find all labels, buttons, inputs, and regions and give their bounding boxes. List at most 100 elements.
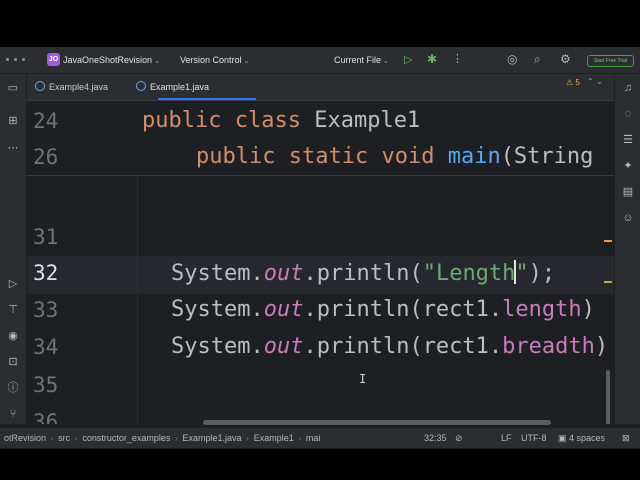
line-number: 35 — [33, 373, 59, 397]
chevron-right-icon: › — [172, 434, 180, 443]
project-folder-icon[interactable]: ▭ — [5, 80, 21, 96]
ai-chat-icon[interactable]: ◌ — [620, 106, 636, 122]
vertical-scrollbar[interactable] — [606, 370, 610, 424]
method-params: (String — [500, 144, 594, 169]
java-class-icon — [136, 81, 146, 91]
ide-window: JO JavaOneShotRevision ⌄ Version Control ⌄… — [0, 47, 640, 449]
string-literal: "Length — [422, 261, 516, 286]
keyword: public — [196, 144, 276, 169]
vcs-menu[interactable]: Version Control ⌄ — [180, 47, 249, 73]
method-call: .println(rect1. — [303, 334, 503, 359]
inspection-widget[interactable]: ⚠ 5 — [566, 78, 580, 87]
run-tool-icon[interactable]: ▷ — [5, 276, 21, 292]
file-encoding[interactable]: UTF-8 — [521, 428, 547, 448]
breadcrumb-item[interactable]: constructor_examples — [82, 433, 170, 443]
sticky-lines-panel: 24 public class Example1 26 public stati… — [27, 101, 614, 176]
project-selector[interactable]: JavaOneShotRevision ⌄ — [63, 47, 160, 73]
search-icon[interactable]: ⌕ — [534, 52, 541, 67]
vcs-label: Version Control — [180, 55, 242, 65]
run-icon[interactable]: ▷ — [404, 53, 412, 66]
breadcrumb-item[interactable]: otRevision — [4, 433, 46, 443]
tab-label: Example4.java — [49, 82, 109, 92]
indent-setting[interactable]: ▣ 4 spaces — [558, 428, 605, 448]
maven-icon[interactable]: ▤ — [620, 184, 636, 200]
mouse-ibeam-cursor: I — [359, 372, 367, 386]
sticky-line-class[interactable]: public class Example1 — [142, 108, 420, 133]
class-name: Example1 — [314, 108, 421, 133]
problems-icon[interactable]: ⓘ — [5, 380, 21, 396]
java-class-icon — [35, 81, 45, 91]
notifications-bell-icon[interactable]: ♫ — [620, 80, 636, 96]
line-number: 33 — [33, 298, 59, 322]
debug-icon[interactable]: ✱ — [427, 52, 437, 66]
chevron-down-icon[interactable]: ⌄ — [596, 77, 603, 86]
error-stripe-mark[interactable] — [604, 240, 612, 242]
active-tab-indicator — [158, 98, 256, 100]
more-tools-icon[interactable]: ⋯ — [5, 140, 21, 156]
services-icon[interactable]: ◉ — [5, 328, 21, 344]
ai-assistant-icon[interactable]: ◎ — [507, 52, 517, 66]
indent-label: 4 spaces — [569, 433, 606, 443]
build-hammer-icon[interactable]: ⊤ — [5, 302, 21, 318]
field-ref: out — [263, 334, 304, 359]
memory-indicator-icon[interactable]: ⊠ — [622, 428, 630, 448]
settings-gear-icon[interactable]: ⚙ — [560, 52, 571, 66]
editor-tabs: Example4.java Example1.java ⚠ 5 ⌃ ⌄ — [27, 74, 614, 101]
field-ref: out — [263, 297, 304, 322]
caret-position[interactable]: 32:35 — [424, 428, 447, 448]
line-number: 24 — [33, 109, 59, 133]
keyword: public — [142, 108, 222, 133]
sticky-line-main[interactable]: public static void main(String — [196, 144, 593, 169]
breadcrumb-item[interactable]: Example1.java — [183, 433, 242, 443]
git-branch-icon[interactable]: ⑂ — [5, 406, 21, 422]
inspection-nav[interactable]: ⌃ ⌄ — [587, 77, 603, 86]
line-number: 26 — [33, 145, 59, 169]
horizontal-scrollbar[interactable] — [203, 420, 551, 425]
ai-spark-icon[interactable]: ✦ — [620, 158, 636, 174]
property-ref: breadth — [502, 334, 595, 359]
code-line-33[interactable]: System.out.println(rect1.length) — [171, 297, 595, 322]
more-options-icon[interactable]: ⋮ — [452, 52, 463, 65]
statement-end: ) — [581, 297, 595, 322]
code-line-34[interactable]: System.out.println(rect1.breadth) — [171, 334, 608, 359]
status-bar: otRevision › src › constructor_examples … — [0, 427, 640, 448]
window-dot-icon — [6, 58, 9, 61]
database-icon[interactable]: ☰ — [620, 132, 636, 148]
method-call: .println( — [303, 261, 423, 286]
project-badge[interactable]: JO — [47, 53, 60, 66]
chevron-down-icon: ⌄ — [243, 58, 250, 65]
statement-end: ) — [594, 334, 609, 359]
statement-end: ); — [528, 261, 556, 286]
structure-icon[interactable]: ⊞ — [5, 113, 21, 129]
chevron-up-icon[interactable]: ⌃ — [587, 77, 594, 86]
title-bar: JO JavaOneShotRevision ⌄ Version Control ⌄… — [0, 47, 640, 74]
code-line-32[interactable]: System.out.println("Length"); — [171, 260, 555, 286]
class-ref: System — [171, 297, 251, 322]
tab-example1[interactable]: Example1.java — [136, 74, 209, 100]
lock-icon[interactable]: ⊘ — [455, 428, 463, 448]
keyword: class — [234, 108, 301, 133]
code-editor[interactable]: 31 32 System.out.println("Length"); 33 S… — [27, 101, 614, 424]
keyword: static — [288, 144, 369, 169]
tab-label: Example1.java — [150, 82, 210, 92]
line-number: 32 — [33, 261, 59, 285]
error-stripe-mark[interactable] — [604, 281, 612, 283]
line-ending[interactable]: LF — [501, 428, 512, 448]
tab-example4[interactable]: Example4.java — [35, 74, 108, 100]
breadcrumb-item[interactable]: Example1 — [254, 433, 294, 443]
run-config-selector[interactable]: Current File ⌄ — [334, 47, 389, 73]
line-number: 36 — [33, 410, 59, 424]
copilot-icon[interactable]: ☺ — [620, 210, 636, 226]
breadcrumb-item[interactable]: src — [58, 433, 70, 443]
run-config-label: Current File — [334, 55, 382, 65]
breadcrumb-item[interactable]: mai — [306, 433, 321, 443]
window-dot-icon — [14, 58, 17, 61]
property-ref: length — [502, 297, 582, 322]
indent-icon: ▣ — [558, 433, 570, 443]
start-free-trial-button[interactable]: Start Free Trial — [587, 55, 634, 67]
right-tool-strip: ♫ ◌ ☰ ✦ ▤ ☺ — [614, 74, 640, 424]
class-ref: System — [171, 334, 251, 359]
terminal-icon[interactable]: ⊡ — [5, 354, 21, 370]
method-name: main — [447, 144, 501, 169]
class-ref: System — [171, 261, 251, 286]
